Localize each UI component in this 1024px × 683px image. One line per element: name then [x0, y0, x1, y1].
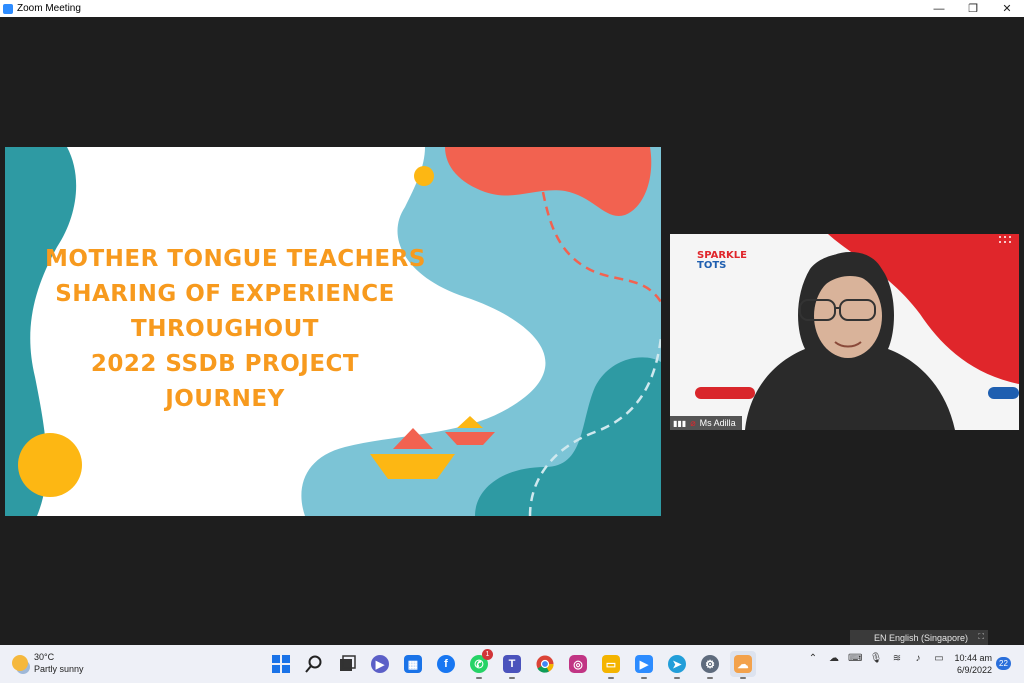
- facebook-button[interactable]: f: [433, 651, 459, 677]
- slide-title: MOTHER TONGUE TEACHERS SHARING OF EXPERI…: [45, 242, 426, 417]
- yellow-circle: [18, 433, 82, 497]
- language-bar[interactable]: EN English (Singapore) ⛶: [850, 630, 988, 645]
- mic-muted-icon: ⌀: [690, 417, 696, 428]
- weather-widget[interactable]: 30°C Partly sunny: [12, 652, 84, 674]
- participant-name-tag: ▮▮▮ ⌀ Ms Adilla: [670, 416, 742, 430]
- slide-title-line: THROUGHOUT: [131, 316, 319, 342]
- participant-video-tile[interactable]: SPARKLE TOTS ▮▮▮ ⌀ Ms Adilla: [670, 234, 1019, 430]
- wifi-icon[interactable]: ≋: [890, 653, 904, 664]
- orange-dot: [414, 166, 434, 186]
- minimize-button[interactable]: —: [922, 0, 956, 17]
- onedrive-icon: ☁: [734, 655, 752, 673]
- language-label: EN English (Singapore): [874, 632, 969, 643]
- instagram-button[interactable]: ◎: [565, 651, 591, 677]
- participant-name: Ms Adilla: [699, 418, 736, 428]
- taskbar-clock[interactable]: 10:44 am 6/9/2022: [952, 652, 992, 676]
- window-controls: — ❐ ✕: [922, 0, 1024, 17]
- restore-button[interactable]: ❐: [956, 0, 990, 17]
- zoom-button[interactable]: ▶: [631, 651, 657, 679]
- notification-count-badge[interactable]: 22: [996, 657, 1011, 670]
- chrome-icon: [536, 655, 554, 673]
- settings-button[interactable]: ⚙: [697, 651, 723, 679]
- system-tray: ⌃ ☁ ⌨ 🎙 ≋ ♪ ▭: [806, 653, 946, 664]
- microphone-icon[interactable]: 🎙: [869, 653, 883, 664]
- clock-date: 6/9/2022: [956, 665, 992, 675]
- chrome-button[interactable]: [532, 651, 558, 677]
- zoom-app-icon: [3, 3, 13, 14]
- window-title: Zoom Meeting: [17, 3, 81, 14]
- zoom-icon: ▶: [635, 655, 653, 673]
- language-bar-options-icon[interactable]: ⛶: [978, 632, 984, 642]
- window-title-bar: Zoom Meeting — ❐ ✕: [0, 0, 1024, 17]
- keyboard-icon[interactable]: ⌨: [848, 653, 862, 664]
- folder-icon: ▭: [602, 655, 620, 673]
- weather-temp: 30°C: [34, 652, 55, 662]
- whatsapp-button[interactable]: ✆ 1: [466, 649, 493, 679]
- telegram-icon: ➤: [668, 655, 686, 673]
- task-view-icon: [340, 655, 356, 671]
- partly-sunny-icon: [12, 655, 28, 671]
- cloud-icon[interactable]: ☁: [827, 653, 841, 664]
- weather-condition: Partly sunny: [34, 664, 84, 674]
- slide-title-line: MOTHER TONGUE TEACHERS: [45, 246, 426, 272]
- chevron-up-icon[interactable]: ⌃: [806, 653, 820, 664]
- telegram-button[interactable]: ➤: [664, 651, 690, 679]
- instagram-icon: ◎: [569, 655, 587, 673]
- slide-title-line: JOURNEY: [165, 386, 285, 412]
- onedrive-button[interactable]: ☁: [730, 651, 756, 679]
- close-button[interactable]: ✕: [990, 0, 1024, 17]
- slide-title-line: SHARING OF EXPERIENCE: [55, 281, 395, 307]
- windows-start-button[interactable]: [268, 651, 294, 677]
- calendar-button[interactable]: ▦: [400, 651, 426, 677]
- battery-icon[interactable]: ▭: [932, 653, 946, 664]
- teams-button[interactable]: T: [499, 651, 525, 679]
- windows-logo-icon: [272, 655, 290, 673]
- school-logo-bottom: TOTS: [697, 260, 726, 271]
- clock-time: 10:44 am: [954, 653, 992, 663]
- taskbar-apps: ▶ ▦ f ✆ 1 T ◎ ▭ ▶ ➤ ⚙ ☁: [268, 649, 756, 679]
- search-button[interactable]: [301, 651, 327, 677]
- teams-icon: T: [503, 655, 521, 673]
- teams-chat-button[interactable]: ▶: [367, 651, 393, 677]
- speaker-icon[interactable]: ♪: [911, 653, 925, 664]
- file-explorer-button[interactable]: ▭: [598, 651, 624, 679]
- video-background: SPARKLE TOTS: [670, 234, 1019, 430]
- gear-icon: ⚙: [701, 655, 719, 673]
- task-view-button[interactable]: [334, 651, 360, 677]
- signal-icon: ▮▮▮: [673, 418, 687, 428]
- calendar-icon: ▦: [404, 655, 422, 673]
- taskbar: 30°C Partly sunny ▶ ▦ f ✆ 1 T ◎ ▭ ▶ ➤ ⚙ …: [0, 645, 1024, 683]
- shared-screen-slide[interactable]: MOTHER TONGUE TEACHERS SHARING OF EXPERI…: [5, 147, 661, 516]
- slide-title-line: 2022 SSDB PROJECT: [90, 351, 360, 377]
- search-icon: [305, 655, 322, 673]
- teams-chat-icon: ▶: [371, 655, 389, 673]
- whatsapp-badge: 1: [482, 649, 493, 660]
- facebook-icon: f: [437, 655, 455, 673]
